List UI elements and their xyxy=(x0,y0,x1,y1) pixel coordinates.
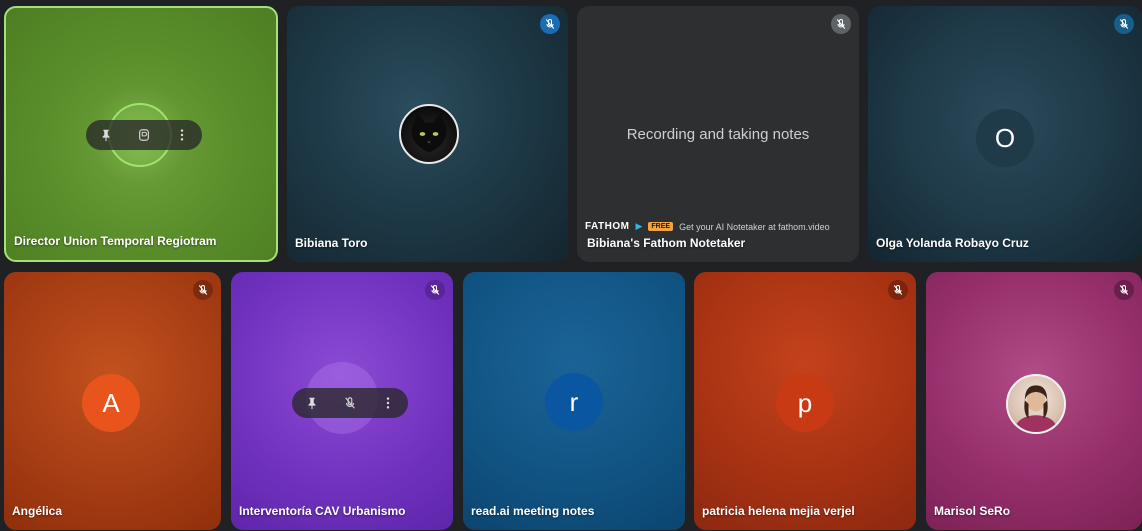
participant-tile-fathom-notetaker[interactable]: Recording and taking notes FATHOM ▶ FREE… xyxy=(577,6,859,262)
mic-off-icon xyxy=(1114,280,1134,300)
participant-name: Marisol SeRo xyxy=(934,504,1011,518)
free-badge: FREE xyxy=(648,222,674,231)
avatar xyxy=(399,104,459,164)
pin-icon[interactable] xyxy=(96,125,116,145)
participant-tile-patricia[interactable]: p patricia helena mejia verjel xyxy=(694,272,916,530)
play-arrow-icon: ▶ xyxy=(635,221,643,231)
participant-name: patricia helena mejia verjel xyxy=(702,504,855,518)
participant-name: read.ai meeting notes xyxy=(471,504,595,518)
tile-hover-controls xyxy=(292,388,408,418)
mic-off-icon xyxy=(831,14,851,34)
avatar-letter: p xyxy=(776,374,834,432)
participant-tile-marisol[interactable]: Marisol SeRo xyxy=(926,272,1142,530)
participant-name: Olga Yolanda Robayo Cruz xyxy=(876,236,1029,250)
meeting-grid: Director Union Temporal Regiotram Bibian… xyxy=(0,0,1142,531)
participant-name: Bibiana Toro xyxy=(295,236,368,250)
participant-tile-angelica[interactable]: A Angélica xyxy=(4,272,221,530)
participant-tile-interventoria[interactable]: Interventoría CAV Urbanismo xyxy=(231,272,453,530)
participant-name: Bibiana's Fathom Notetaker xyxy=(587,236,746,250)
participant-tile-bibiana-toro[interactable]: Bibiana Toro xyxy=(287,6,568,262)
speaking-indicator-icon xyxy=(134,125,154,145)
mic-off-icon xyxy=(425,280,445,300)
participant-tile-readai[interactable]: r read.ai meeting notes xyxy=(463,272,685,530)
participant-tile-director-union[interactable]: Director Union Temporal Regiotram xyxy=(4,6,278,262)
mic-off-icon xyxy=(340,393,360,413)
more-vert-icon[interactable] xyxy=(172,125,192,145)
more-vert-icon[interactable] xyxy=(378,393,398,413)
avatar-letter: r xyxy=(545,373,603,431)
mic-off-icon xyxy=(540,14,560,34)
mic-off-icon xyxy=(193,280,213,300)
fathom-banner: FATHOM ▶ FREE Get your AI Notetaker at f… xyxy=(585,221,830,232)
bot-status-message: Recording and taking notes xyxy=(626,126,810,143)
avatar-letter: A xyxy=(82,374,140,432)
fathom-logo: FATHOM xyxy=(585,221,630,232)
participant-name: Interventoría CAV Urbanismo xyxy=(239,504,406,518)
participant-name: Director Union Temporal Regiotram xyxy=(14,234,217,248)
participant-name: Angélica xyxy=(12,504,63,518)
pin-icon[interactable] xyxy=(302,393,322,413)
mic-off-icon xyxy=(1114,14,1134,34)
participant-tile-olga[interactable]: O Olga Yolanda Robayo Cruz xyxy=(868,6,1142,262)
avatar xyxy=(1006,374,1066,434)
tile-hover-controls xyxy=(86,120,202,150)
mic-off-icon xyxy=(888,280,908,300)
fathom-tagline: Get your AI Notetaker at fathom.video xyxy=(679,221,830,232)
avatar-letter: O xyxy=(976,109,1034,167)
